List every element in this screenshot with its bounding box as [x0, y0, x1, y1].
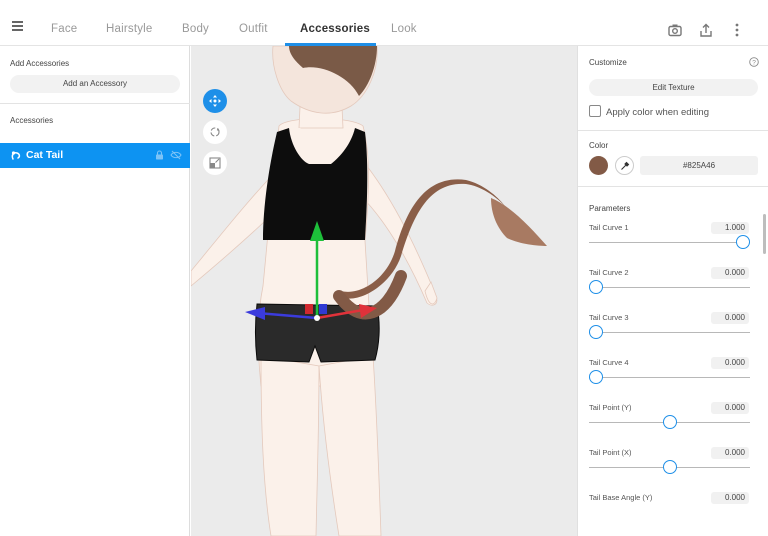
camera-icon[interactable] [667, 22, 683, 38]
tab-accessories[interactable]: Accessories [300, 23, 370, 35]
add-accessory-button[interactable]: Add an Accessory [10, 75, 180, 93]
top-bar: Face Hairstyle Body Outfit Accessories L… [0, 0, 768, 46]
param-slider-thumb[interactable] [662, 460, 677, 474]
menu-icon[interactable] [8, 19, 28, 33]
accessories-list-title: Accessories [10, 116, 54, 125]
color-swatch[interactable] [589, 156, 608, 175]
param-value-input[interactable]: 0.000 [711, 402, 749, 414]
avatar-model [191, 46, 547, 536]
share-icon[interactable] [698, 22, 714, 38]
eyedropper-button[interactable] [615, 156, 634, 175]
tab-body[interactable]: Body [182, 23, 209, 35]
move-tool-icon [209, 95, 221, 107]
divider [578, 186, 768, 187]
eyedropper-icon [621, 161, 630, 170]
add-accessories-title: Add Accessories [10, 59, 70, 68]
color-hex-input[interactable]: #825A46 [640, 156, 758, 175]
param-slider-track[interactable] [589, 242, 750, 243]
properties-panel: Customize ? Edit Texture Apply color whe… [577, 46, 768, 536]
customize-title: Customize [589, 58, 627, 67]
visibility-off-icon[interactable] [170, 150, 182, 160]
param-slider-track[interactable] [589, 287, 750, 288]
divider [0, 103, 190, 104]
help-icon[interactable]: ? [749, 57, 759, 67]
param-label: Tail Curve 4 [589, 358, 629, 367]
rotate-tool-button[interactable] [203, 120, 227, 144]
param-label: Tail Base Angle (Y) [589, 493, 653, 502]
param-label: Tail Point (X) [589, 448, 632, 457]
param-value-input[interactable]: 0.000 [711, 357, 749, 369]
svg-text:?: ? [752, 60, 756, 67]
scrollbar-thumb[interactable] [763, 214, 766, 254]
param-slider-track[interactable] [589, 377, 750, 378]
color-title: Color [589, 141, 609, 150]
divider [578, 130, 768, 131]
param-value-input[interactable]: 1.000 [711, 222, 749, 234]
param-slider-track[interactable] [589, 332, 750, 333]
parameters-title: Parameters [589, 204, 631, 213]
param-slider-thumb[interactable] [589, 280, 603, 294]
more-vert-icon[interactable] [729, 22, 745, 38]
param-slider-thumb[interactable] [662, 415, 677, 429]
move-tool-button[interactable] [203, 89, 227, 113]
list-item-cat-tail[interactable]: Cat Tail [0, 143, 190, 168]
param-value-input[interactable]: 0.000 [711, 492, 749, 504]
tab-outfit[interactable]: Outfit [239, 23, 268, 35]
scale-tool-button[interactable] [203, 151, 227, 175]
3d-viewport[interactable] [191, 46, 577, 536]
apply-color-label: Apply color when editing [606, 107, 709, 118]
edit-texture-button[interactable]: Edit Texture [589, 79, 758, 96]
rotate-tool-icon [210, 127, 220, 137]
param-label: Tail Point (Y) [589, 403, 632, 412]
param-label: Tail Curve 2 [589, 268, 629, 277]
param-slider-thumb[interactable] [736, 235, 750, 249]
scale-tool-icon [209, 157, 221, 169]
param-value-input[interactable]: 0.000 [711, 312, 749, 324]
apply-color-checkbox[interactable] [589, 105, 601, 117]
param-value-input[interactable]: 0.000 [711, 267, 749, 279]
param-label: Tail Curve 1 [589, 223, 629, 232]
lock-icon[interactable] [155, 150, 164, 160]
param-slider-thumb[interactable] [589, 370, 603, 384]
list-item-label: Cat Tail [26, 149, 64, 161]
tab-look[interactable]: Look [391, 23, 417, 35]
tail-icon [11, 151, 21, 160]
param-slider-thumb[interactable] [589, 325, 603, 339]
param-label: Tail Curve 3 [589, 313, 629, 322]
param-value-input[interactable]: 0.000 [711, 447, 749, 459]
accessories-panel: Add Accessories Add an Accessory Accesso… [0, 46, 190, 536]
tab-face[interactable]: Face [51, 23, 77, 35]
tab-hairstyle[interactable]: Hairstyle [106, 23, 153, 35]
